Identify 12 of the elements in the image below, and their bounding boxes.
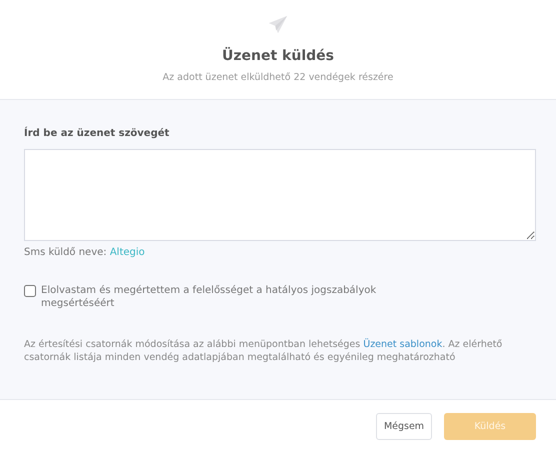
message-field[interactable] (24, 149, 536, 241)
templates-link[interactable]: Üzenet sablonok (363, 339, 442, 350)
cancel-button[interactable]: Mégsem (376, 413, 432, 440)
dialog-title: Üzenet küldés (222, 48, 334, 64)
sender-label: Sms küldő neve: (24, 247, 107, 258)
notice-text: Az értesítési csatornák módosítása az alábbi menüpontban lehetséges Üzenet sablonok. Az elérhető csatornák listája minden vendég adatlapjában megtalálható és egyénileg meghatározható (24, 338, 504, 364)
message-label: Írd be az üzenet szövegét (24, 128, 170, 139)
sender-name-link[interactable]: Altegio (110, 247, 145, 258)
paper-plane-icon (267, 14, 289, 36)
consent-label: Elolvastam és megértettem a felelősséget a hatályos jogszabályok megsértéséért (41, 284, 378, 310)
dialog-subtitle: Az adott üzenet elküldhető 22 vendégek részére (162, 72, 394, 83)
consent-checkbox[interactable] (24, 285, 36, 297)
